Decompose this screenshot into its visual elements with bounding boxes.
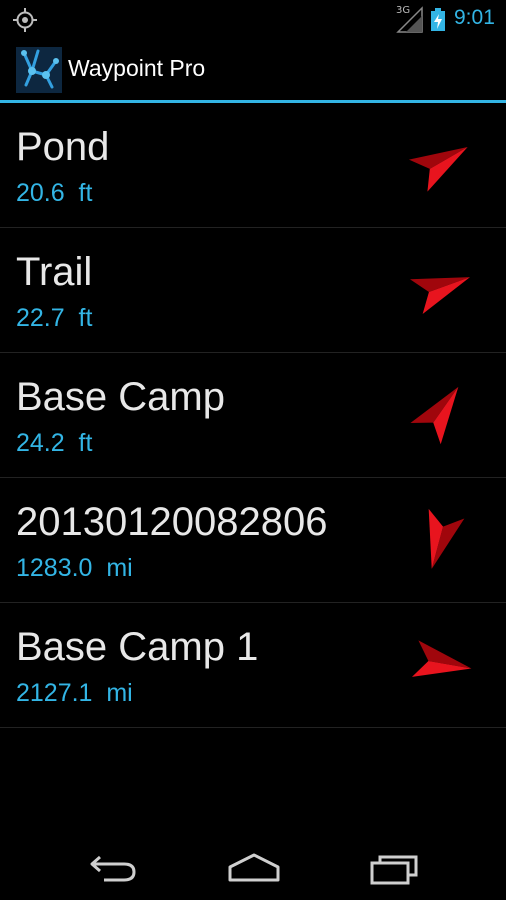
waypoint-distance: 24.2 ft: [16, 429, 93, 457]
waypoint-list: Pond 20.6 ft Trail 22.7 ft Base Camp 24.…: [0, 103, 506, 728]
waypoint-pro-logo-icon[interactable]: [16, 47, 62, 93]
battery-charging-icon: [431, 8, 445, 31]
direction-arrow-icon: [409, 277, 470, 314]
gps-icon: [13, 8, 37, 32]
home-icon[interactable]: [226, 847, 282, 887]
waypoint-distance: 22.7 ft: [16, 304, 93, 332]
status-bar: 3G 9:01: [0, 0, 506, 38]
waypoint-item[interactable]: Trail 22.7 ft: [0, 228, 506, 353]
waypoint-distance: 1283.0 mi: [16, 554, 133, 582]
waypoint-name: Pond: [16, 125, 110, 169]
waypoint-distance: 20.6 ft: [16, 179, 93, 207]
app-title: Waypoint Pro: [68, 55, 206, 81]
waypoint-name: Trail: [16, 250, 93, 294]
waypoint-name: 20130120082806: [16, 500, 328, 544]
recent-apps-icon[interactable]: [368, 847, 424, 887]
direction-arrow-icon: [408, 147, 468, 192]
waypoint-item[interactable]: Pond 20.6 ft: [0, 103, 506, 228]
waypoint-name: Base Camp: [16, 375, 225, 419]
direction-arrow-icon: [411, 640, 472, 677]
back-icon[interactable]: [86, 847, 142, 887]
waypoint-item[interactable]: 20130120082806 1283.0 mi: [0, 478, 506, 603]
direction-arrow-icon: [428, 508, 465, 569]
network-type-label: 3G: [396, 5, 411, 16]
waypoint-distance: 2127.1 mi: [16, 679, 133, 707]
waypoint-item[interactable]: Base Camp 1 2127.1 mi: [0, 603, 506, 728]
waypoint-item[interactable]: Base Camp 24.2 ft: [0, 353, 506, 478]
status-clock: 9:01: [454, 6, 495, 29]
direction-arrow-icon: [410, 386, 459, 445]
waypoint-name: Base Camp 1: [16, 625, 259, 669]
